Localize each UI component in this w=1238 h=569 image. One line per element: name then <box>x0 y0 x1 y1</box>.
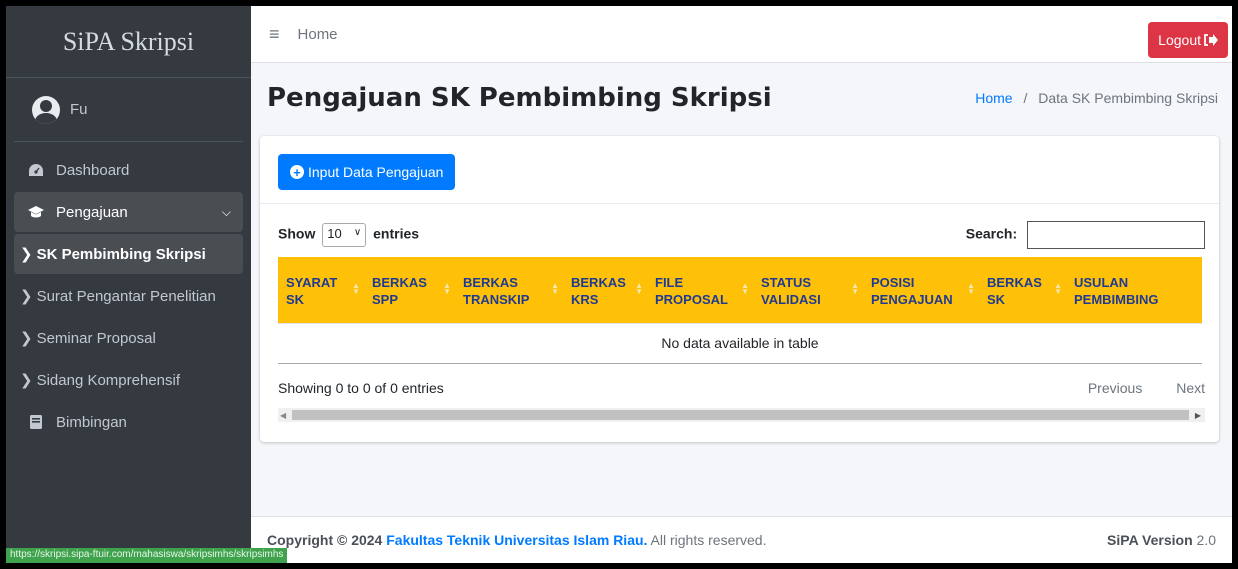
search-input[interactable] <box>1027 221 1205 249</box>
table-wrapper: SYARAT SK ▲ ▼ BERKAS SPP ▲ ▼ BERKAS TRANSKIP ▲ ▼ … <box>278 257 1202 364</box>
search-control: Search: <box>966 221 1205 249</box>
sort-icon: ▲ ▼ <box>443 281 451 297</box>
breadcrumb: Home / Data SK Pembimbing Skripsi <box>975 90 1218 106</box>
chevron-right-icon: ❯ <box>20 330 33 347</box>
faculty-link[interactable]: Fakultas Teknik Universitas Islam Riau. <box>386 532 647 548</box>
sidebar-item-label: Sidang Komprehensif <box>36 371 181 389</box>
plus-circle-icon: + <box>290 165 304 179</box>
scroll-right-icon[interactable]: ▶ <box>1195 411 1201 420</box>
data-table: SYARAT SK ▲ ▼ BERKAS SPP ▲ ▼ BERKAS TRANSKIP ▲ ▼ … <box>278 257 1202 364</box>
column-header[interactable]: SYARAT SK ▲ ▼ <box>278 257 364 323</box>
content-header: Pengajuan SK Pembimbing Skripsi Home / D… <box>251 63 1232 133</box>
page-title: Pengajuan SK Pembimbing Skripsi <box>267 83 772 113</box>
sign-out-icon <box>1204 34 1218 46</box>
length-control: Show 10 ∨ entries <box>278 223 419 247</box>
column-header[interactable]: STATUS VALIDASI ▲ ▼ <box>753 257 863 323</box>
column-header[interactable]: BERKAS KRS ▲ ▼ <box>563 257 647 323</box>
table-header-row: SYARAT SK ▲ ▼ BERKAS SPP ▲ ▼ BERKAS TRANSKIP ▲ ▼ … <box>278 257 1202 323</box>
footer-version: SiPA Version 2.0 <box>1107 532 1216 548</box>
pagination: Previous Next <box>1058 380 1205 396</box>
table-info: Showing 0 to 0 of 0 entries <box>278 380 444 396</box>
input-data-pengajuan-button[interactable]: + Input Data Pengajuan <box>278 154 456 190</box>
app-window: SiPA Skripsi Fu Dashboard Pengajuan ⌵ ❯ <box>6 6 1232 563</box>
sidebar-item-bimbingan[interactable]: Bimbingan <box>14 402 243 442</box>
column-header[interactable]: BERKAS TRANSKIP ▲ ▼ <box>455 257 563 323</box>
top-navbar: ≡ Home Logout <box>251 6 1232 63</box>
user-panel[interactable]: Fu <box>14 78 243 142</box>
table-info-row: Showing 0 to 0 of 0 entries Previous Nex… <box>278 380 1205 396</box>
breadcrumb-separator: / <box>1023 90 1028 106</box>
sidebar-item-sk-pembimbing[interactable]: ❯ SK Pembimbing Skripsi <box>14 234 243 274</box>
horizontal-scrollbar[interactable]: ◀ ▶ <box>278 408 1205 422</box>
sidebar-item-sidang-komprehensif[interactable]: ❯ Sidang Komprehensif <box>14 360 243 400</box>
rights-text: All rights reserved. <box>650 532 767 548</box>
sort-icon: ▲ ▼ <box>741 281 749 297</box>
footer-copyright: Copyright © 2024 Fakultas Teknik Univers… <box>267 532 766 548</box>
sidebar-item-label: SK Pembimbing Skripsi <box>36 245 206 263</box>
breadcrumb-home-link[interactable]: Home <box>975 90 1012 106</box>
scroll-left-icon[interactable]: ◀ <box>280 411 286 420</box>
chevron-down-icon: ∨ <box>353 227 362 238</box>
brand-link[interactable]: SiPA Skripsi <box>6 6 251 78</box>
sidebar-item-label: Dashboard <box>56 161 130 179</box>
entries-label: entries <box>373 225 420 242</box>
table-row: No data available in table <box>278 322 1202 364</box>
book-icon <box>26 414 46 430</box>
breadcrumb-current: Data SK Pembimbing Skripsi <box>1038 90 1218 106</box>
input-button-label: Input Data Pengajuan <box>308 164 444 180</box>
sort-icon: ▲ ▼ <box>352 281 360 297</box>
sidebar-item-pengajuan[interactable]: Pengajuan ⌵ <box>14 192 243 232</box>
graduation-cap-icon <box>26 205 46 219</box>
column-header[interactable]: BERKAS SK ▲ ▼ <box>979 257 1066 323</box>
entries-length-select[interactable]: 10 ∨ <box>322 223 367 247</box>
data-card: + Input Data Pengajuan Show 10 ∨ entries… <box>260 136 1219 442</box>
brand-title: SiPA Skripsi <box>62 26 195 56</box>
sort-icon: ▲ ▼ <box>551 281 559 297</box>
sidebar-item-dashboard[interactable]: Dashboard <box>14 150 243 190</box>
dashboard-icon <box>26 163 46 177</box>
sort-icon: ▲ ▼ <box>635 281 643 297</box>
column-header[interactable]: BERKAS SPP ▲ ▼ <box>364 257 455 323</box>
chevron-right-icon: ❯ <box>20 288 33 305</box>
sidebar: SiPA Skripsi Fu Dashboard Pengajuan ⌵ ❯ <box>6 6 251 563</box>
show-label: Show <box>278 225 316 242</box>
navbar-home-link[interactable]: Home <box>298 26 338 43</box>
sidebar-item-label: Seminar Proposal <box>36 329 156 347</box>
chevron-right-icon: ❯ <box>20 372 33 389</box>
sort-icon: ▲ ▼ <box>1054 281 1062 297</box>
chevron-right-icon: ❯ <box>20 246 33 263</box>
logout-label: Logout <box>1158 32 1201 48</box>
sort-icon: ▲ ▼ <box>967 281 975 297</box>
sidebar-nav: Dashboard Pengajuan ⌵ ❯ SK Pembimbing Sk… <box>6 142 251 442</box>
menu-toggle-icon[interactable]: ≡ <box>269 24 280 45</box>
next-button[interactable]: Next <box>1176 380 1205 396</box>
version-number: 2.0 <box>1196 532 1216 548</box>
copyright-text: Copyright © 2024 <box>267 532 383 548</box>
user-avatar-icon <box>32 95 60 124</box>
sidebar-item-surat-pengantar[interactable]: ❯ Surat Pengantar Penelitian <box>14 276 243 316</box>
previous-button[interactable]: Previous <box>1088 380 1142 396</box>
footer: Copyright © 2024 Fakultas Teknik Univers… <box>251 516 1232 563</box>
sidebar-item-label: Bimbingan <box>56 413 127 431</box>
scrollbar-thumb[interactable] <box>292 410 1189 420</box>
column-header[interactable]: POSISI PENGAJUAN ▲ ▼ <box>863 257 979 323</box>
sidebar-item-label: Surat Pengantar Penelitian <box>36 287 216 305</box>
card-header: + Input Data Pengajuan <box>260 136 1219 204</box>
logout-button[interactable]: Logout <box>1148 22 1228 58</box>
length-value: 10 <box>327 226 342 241</box>
chevron-down-icon: ⌵ <box>221 204 231 219</box>
column-header[interactable]: FILE PROPOSAL ▲ ▼ <box>647 257 753 323</box>
datatable-controls: Show 10 ∨ entries Search: <box>278 220 1205 250</box>
sort-icon: ▲ ▼ <box>851 281 859 297</box>
user-name: Fu <box>70 101 88 118</box>
status-bar-url: https://skripsi.sipa-ftuir.com/mahasiswa… <box>6 548 288 563</box>
empty-table-message: No data available in table <box>278 322 1202 364</box>
version-label: SiPA Version <box>1107 532 1193 548</box>
sidebar-item-seminar-proposal[interactable]: ❯ Seminar Proposal <box>14 318 243 358</box>
column-header[interactable]: USULAN PEMBIMBING <box>1066 257 1202 323</box>
search-label: Search: <box>965 225 1018 242</box>
sidebar-item-label: Pengajuan <box>56 203 128 221</box>
